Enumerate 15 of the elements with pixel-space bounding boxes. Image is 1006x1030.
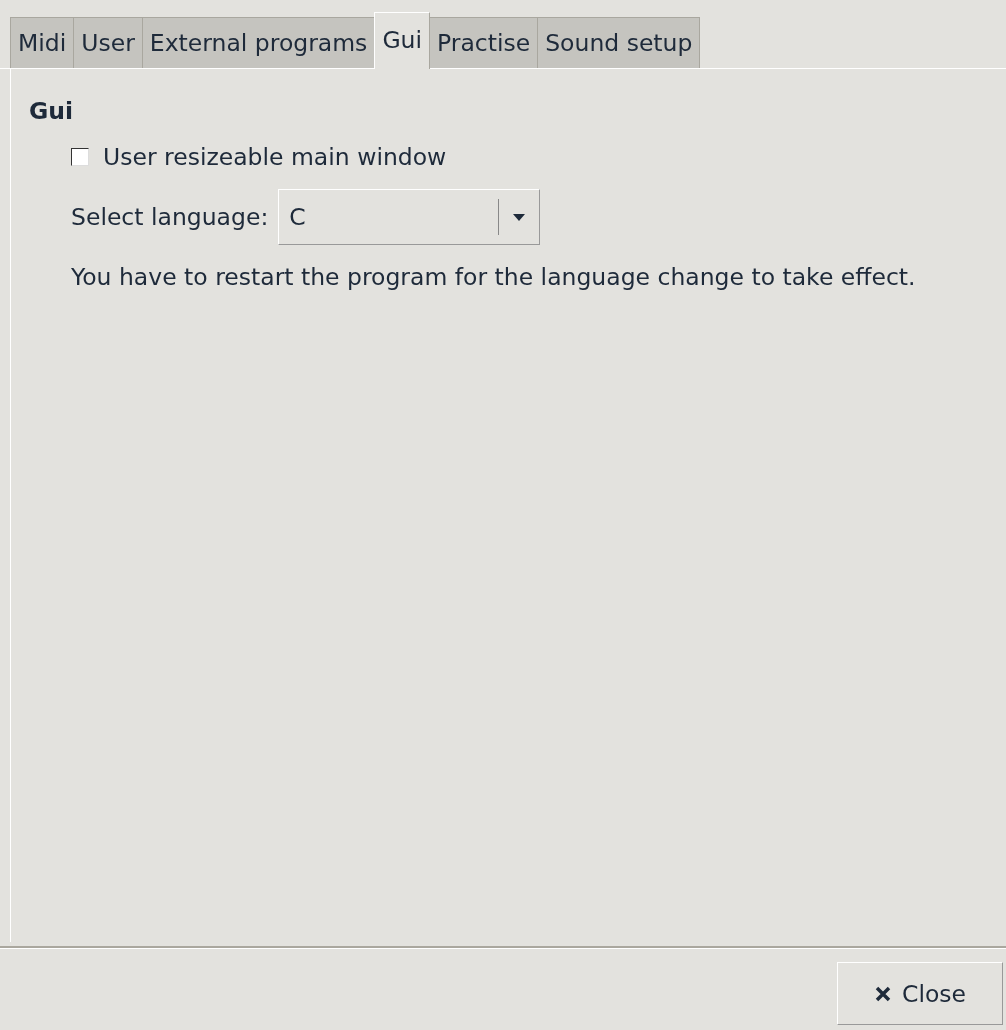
tab[interactable]: Gui — [374, 12, 430, 69]
language-label: Select language: — [71, 203, 269, 231]
tab[interactable]: Practise — [429, 17, 539, 68]
section-title: Gui — [29, 97, 75, 125]
language-dropdown[interactable]: C — [278, 189, 541, 245]
tab[interactable]: Midi — [10, 17, 75, 68]
tab[interactable]: Sound setup — [537, 17, 701, 68]
restart-note: You have to restart the program for the language change to take effect. — [71, 263, 917, 291]
checkbox[interactable] — [71, 148, 89, 166]
checkbox-label[interactable]: User resizeable main window — [103, 143, 447, 171]
close-icon — [874, 984, 892, 1003]
caret-icon — [513, 213, 526, 221]
tab[interactable]: User — [73, 17, 143, 68]
tab[interactable]: External programs — [141, 17, 376, 68]
close-button[interactable]: Close — [837, 962, 1003, 1025]
